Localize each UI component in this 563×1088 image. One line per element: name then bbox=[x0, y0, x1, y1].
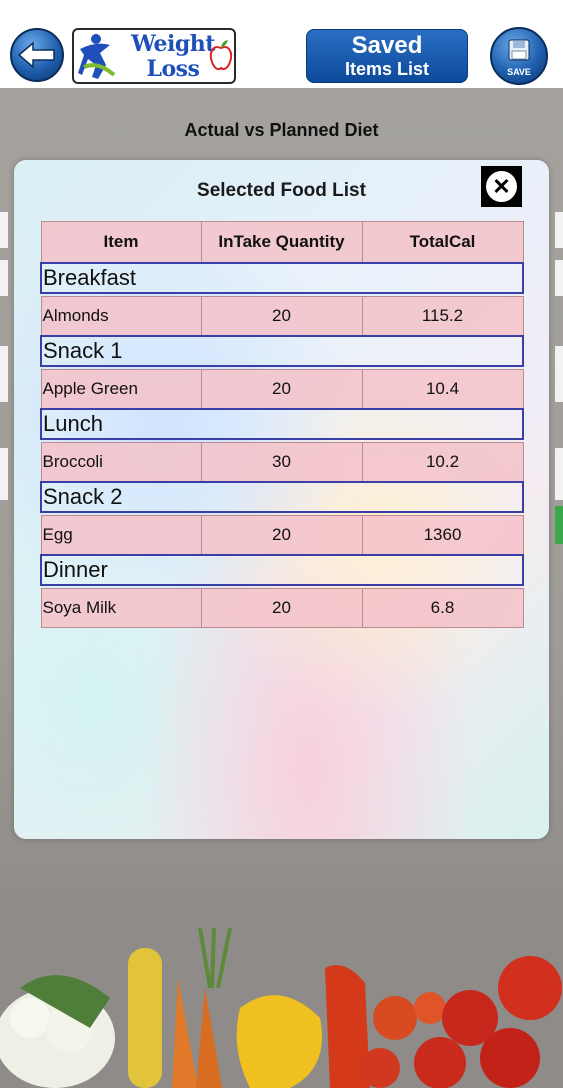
underlying-field-edge bbox=[555, 346, 563, 402]
weight-loss-logo: Weight Loss bbox=[72, 28, 236, 84]
meal-row-lunch: Lunch bbox=[40, 408, 524, 440]
runner-icon bbox=[78, 34, 116, 79]
save-button[interactable]: SAVE bbox=[490, 27, 548, 85]
dialog-title: Selected Food List bbox=[197, 180, 366, 201]
meal-label: Breakfast bbox=[40, 262, 524, 294]
underlying-field-edge bbox=[555, 260, 563, 296]
item-name: Apple Green bbox=[40, 369, 202, 410]
saved-items-list-button[interactable]: Saved Items List bbox=[306, 29, 468, 83]
item-name: Almonds bbox=[40, 296, 202, 337]
top-bar: Weight Loss Saved Items List SAVE bbox=[0, 0, 563, 88]
total-cal: 10.2 bbox=[361, 442, 524, 483]
back-arrow-icon bbox=[17, 41, 55, 69]
column-header-intake-quantity: InTake Quantity bbox=[200, 221, 363, 264]
table-row[interactable]: Soya Milk 20 6.8 bbox=[40, 588, 524, 628]
floppy-disk-icon bbox=[508, 39, 530, 61]
food-table: Item InTake Quantity TotalCal Breakfast … bbox=[40, 221, 524, 628]
underlying-field-edge bbox=[0, 260, 8, 296]
total-cal: 10.4 bbox=[361, 369, 524, 410]
intake-quantity: 30 bbox=[200, 442, 363, 483]
underlying-field-edge bbox=[555, 448, 563, 500]
table-row[interactable]: Egg 20 1360 bbox=[40, 515, 524, 556]
close-icon: ✕ bbox=[486, 171, 517, 202]
meal-row-snack-2: Snack 2 bbox=[40, 481, 524, 513]
intake-quantity: 20 bbox=[200, 515, 363, 556]
underlying-field-edge bbox=[555, 212, 563, 248]
underlying-field-edge bbox=[0, 346, 8, 402]
meal-row-breakfast: Breakfast bbox=[40, 262, 524, 294]
table-row[interactable]: Broccoli 30 10.2 bbox=[40, 442, 524, 483]
item-name: Soya Milk bbox=[40, 588, 202, 628]
column-header-item: Item bbox=[40, 221, 202, 264]
total-cal: 115.2 bbox=[361, 296, 524, 337]
intake-quantity: 20 bbox=[200, 588, 363, 628]
column-header-totalcal: TotalCal bbox=[361, 221, 524, 264]
item-name: Broccoli bbox=[40, 442, 202, 483]
meal-row-snack-1: Snack 1 bbox=[40, 335, 524, 367]
meal-label: Dinner bbox=[40, 554, 524, 586]
table-header-row: Item InTake Quantity TotalCal bbox=[40, 221, 524, 264]
meal-row-dinner: Dinner bbox=[40, 554, 524, 586]
table-row[interactable]: Almonds 20 115.2 bbox=[40, 296, 524, 337]
intake-quantity: 20 bbox=[200, 369, 363, 410]
meal-label: Lunch bbox=[40, 408, 524, 440]
meal-label: Snack 1 bbox=[40, 335, 524, 367]
underlying-green-button-edge bbox=[555, 506, 563, 544]
apple-icon bbox=[209, 40, 233, 71]
item-name: Egg bbox=[40, 515, 202, 556]
total-cal: 1360 bbox=[361, 515, 524, 556]
page-title: Actual vs Planned Diet bbox=[184, 120, 379, 140]
table-row[interactable]: Apple Green 20 10.4 bbox=[40, 369, 524, 410]
saved-label: Saved bbox=[351, 32, 423, 59]
underlying-field-edge bbox=[0, 448, 8, 500]
close-button[interactable]: ✕ bbox=[481, 166, 522, 207]
intake-quantity: 20 bbox=[200, 296, 363, 337]
items-list-label: Items List bbox=[344, 59, 430, 79]
back-button[interactable] bbox=[10, 28, 64, 82]
selected-food-list-dialog: Selected Food List ✕ Item InTake Quantit… bbox=[14, 160, 549, 839]
meal-label: Snack 2 bbox=[40, 481, 524, 513]
underlying-field-edge bbox=[0, 212, 8, 248]
vegetables-image bbox=[0, 888, 563, 1088]
total-cal: 6.8 bbox=[361, 588, 524, 628]
save-label: SAVE bbox=[507, 67, 531, 77]
